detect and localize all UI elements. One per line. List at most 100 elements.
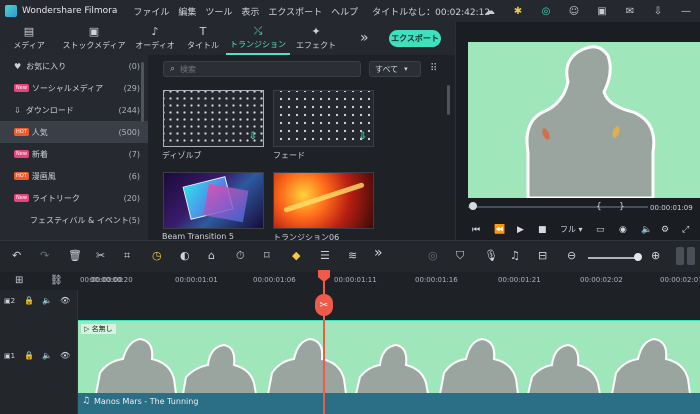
filter-dropdown[interactable]: すべて ▾: [369, 61, 421, 77]
volume-icon[interactable]: 🔈: [641, 225, 652, 235]
settings-icon[interactable]: ⚙: [661, 225, 669, 235]
mail-icon[interactable]: ✉: [622, 3, 638, 19]
tab-label: トランジション: [230, 40, 286, 49]
sidebar-item-downloads[interactable]: ⇩ ダウンロード (244): [0, 99, 148, 121]
more-tabs-icon[interactable]: »: [360, 30, 369, 46]
quality-select[interactable]: フル ▾: [560, 224, 583, 235]
snapshot-icon[interactable]: ◉: [619, 225, 627, 235]
marker-icon[interactable]: ◆: [292, 250, 300, 262]
sidebar-item-popular[interactable]: HOT 人気 (500): [0, 121, 148, 143]
step-back-icon[interactable]: ⏪: [494, 225, 505, 235]
redo-icon[interactable]: ↷: [40, 250, 49, 262]
adjust-icon[interactable]: ☰: [320, 250, 330, 262]
sidebar-item-new[interactable]: New 新着 (7): [0, 143, 148, 165]
headset-icon[interactable]: ◎: [538, 3, 554, 19]
mark-out-icon[interactable]: }: [619, 202, 625, 212]
snap-icon[interactable]: ⊟: [538, 250, 547, 262]
play-icon[interactable]: ▶: [517, 225, 524, 235]
menu-edit[interactable]: 編集: [178, 5, 196, 18]
tab-transitions[interactable]: ⤯ トランジション: [226, 22, 290, 55]
undo-icon[interactable]: ↶: [12, 250, 21, 262]
link-icon[interactable]: ⛓: [50, 275, 63, 286]
lightbulb-icon[interactable]: ✱: [510, 3, 526, 19]
render-icon[interactable]: ◎: [428, 250, 438, 262]
more-tools-icon[interactable]: »: [374, 246, 383, 260]
sidebar-item-festival[interactable]: フェスティバル & イベント (5): [0, 209, 148, 231]
transition-library: ⌕ すべて▾ ⠿ ⇩ ディゾルブ ⇩ フェード Beam Transition …: [148, 55, 455, 242]
fit-icon[interactable]: ⌑: [264, 250, 270, 262]
delete-icon[interactable]: 🗑: [68, 250, 82, 262]
search-input[interactable]: [180, 64, 341, 74]
shield-icon[interactable]: ⛉: [456, 250, 464, 262]
split-scissors-icon[interactable]: ✂: [315, 294, 333, 316]
zoom-out-icon[interactable]: ⊖: [567, 250, 576, 262]
menu-view[interactable]: 表示: [241, 5, 259, 18]
account-icon[interactable]: ☺: [566, 3, 582, 19]
sidebar-item-social-media[interactable]: New ソーシャルメディア (29): [0, 77, 148, 99]
mic-icon[interactable]: 🎙: [484, 250, 498, 262]
mute-icon[interactable]: 🔈: [42, 351, 52, 360]
menu-export[interactable]: エクスポート: [268, 5, 322, 18]
tab-stock-media[interactable]: ▣ ストックメディア: [58, 22, 130, 55]
sidebar-item-favorites[interactable]: ♥ お気に入り (0): [0, 55, 148, 77]
timeline-ruler[interactable]: ⊞ ⛓ 00:00:00:00 00:00:00:20 00:00:01:01 …: [0, 272, 700, 290]
cloud-icon[interactable]: ☁: [482, 3, 498, 19]
preview-panel: { } 00:00:01:09 ⏮ ⏪ ▶ ■ フル ▾ ▭ ◉ 🔈 ⚙ ⤢: [455, 22, 700, 240]
duration-icon[interactable]: ⏱: [236, 250, 245, 262]
transition-thumb-dissolve[interactable]: ⇩: [163, 90, 264, 147]
eye-icon[interactable]: 👁: [60, 296, 70, 305]
zoom-in-icon[interactable]: ⊕: [651, 250, 660, 262]
zoom-handle[interactable]: [634, 253, 642, 261]
add-track-icon[interactable]: ⊞: [15, 275, 23, 286]
zoom-slider[interactable]: [588, 257, 638, 259]
speed-icon[interactable]: ◷: [152, 250, 162, 262]
sidebar-item-label: 漫画風: [31, 171, 56, 181]
audio-mix-icon[interactable]: ≋: [348, 250, 357, 262]
sidebar-item-label: ソーシャルメディア: [31, 83, 104, 93]
chevron-down-icon: ▾: [404, 65, 408, 73]
tab-media[interactable]: ▤ メディア: [0, 22, 58, 55]
tab-effects[interactable]: ✦ エフェクト: [290, 22, 342, 55]
download-icon[interactable]: ⇩: [249, 131, 257, 142]
cut-icon[interactable]: ✂: [96, 250, 105, 262]
transition-thumb-06[interactable]: [273, 172, 374, 229]
menu-file[interactable]: ファイル: [133, 5, 169, 18]
crop-icon[interactable]: ⌗: [124, 250, 130, 262]
mute-icon[interactable]: 🔈: [42, 296, 52, 305]
video-track-1[interactable]: [78, 320, 700, 395]
stop-icon[interactable]: ■: [538, 225, 547, 235]
tab-titles[interactable]: T タイトル: [180, 22, 226, 55]
minimize-icon[interactable]: —: [678, 3, 694, 19]
prev-frame-icon[interactable]: ⏮: [472, 225, 480, 235]
sidebar-item-light-leak[interactable]: New ライトリーク (20): [0, 187, 148, 209]
eye-icon[interactable]: 👁: [60, 351, 70, 360]
scrubber-handle[interactable]: [469, 202, 477, 210]
menu-tools[interactable]: ツール: [205, 5, 232, 18]
export-button[interactable]: エクスポート: [389, 30, 441, 47]
view-toggle[interactable]: [676, 247, 684, 265]
save-icon[interactable]: ▣: [594, 3, 610, 19]
tab-label: オーディオ: [135, 41, 175, 50]
search-box[interactable]: ⌕: [163, 61, 361, 77]
download-icon[interactable]: ⇩: [359, 131, 367, 142]
menu-help[interactable]: ヘルプ: [331, 5, 358, 18]
transition-thumb-beam[interactable]: [163, 172, 264, 229]
download-icon[interactable]: ⇩: [650, 3, 666, 19]
track-2[interactable]: [78, 290, 700, 320]
music-list-icon[interactable]: ♫: [510, 250, 520, 262]
lock-icon[interactable]: 🔒: [24, 351, 34, 360]
sidebar-item-manga[interactable]: HOT 漫画風 (6): [0, 165, 148, 187]
grid-view-icon[interactable]: ⠿: [430, 63, 437, 74]
keyframe-icon[interactable]: ⌂: [208, 250, 215, 262]
transition-thumb-fade[interactable]: ⇩: [273, 90, 374, 147]
tab-audio[interactable]: ♪ オーディオ: [130, 22, 180, 55]
fullscreen-icon[interactable]: ⤢: [682, 225, 689, 235]
lock-icon[interactable]: 🔒: [24, 296, 34, 305]
color-icon[interactable]: ◐: [180, 250, 190, 262]
mark-in-icon[interactable]: {: [596, 202, 602, 212]
view-toggle[interactable]: [687, 247, 695, 265]
display-icon[interactable]: ▭: [596, 225, 605, 235]
sidebar-scrollbar[interactable]: [141, 62, 144, 122]
library-scrollbar[interactable]: [447, 85, 450, 115]
track-head-2: ▣2 🔒 🔈 👁: [0, 290, 78, 320]
